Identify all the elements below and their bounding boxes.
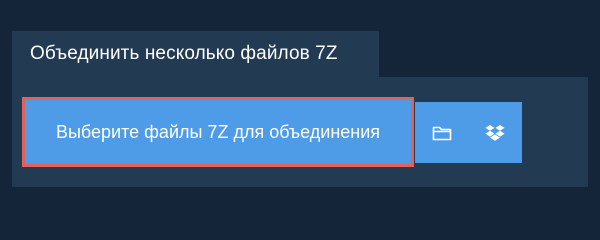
select-files-button-label: Выберите файлы 7Z для объединения: [55, 121, 381, 142]
dropbox-icon: [485, 124, 505, 142]
merge-7z-widget: Объединить несколько файлов 7Z Выберите …: [0, 0, 600, 230]
folder-button[interactable]: [415, 102, 468, 163]
select-files-button[interactable]: Выберите файлы 7Z для объединения: [22, 97, 414, 167]
tab-title: Объединить несколько файлов 7Z: [30, 43, 338, 64]
folder-icon: [432, 125, 452, 141]
dropbox-button[interactable]: [468, 102, 522, 163]
tab-merge-7z: Объединить несколько файлов 7Z: [12, 31, 379, 77]
